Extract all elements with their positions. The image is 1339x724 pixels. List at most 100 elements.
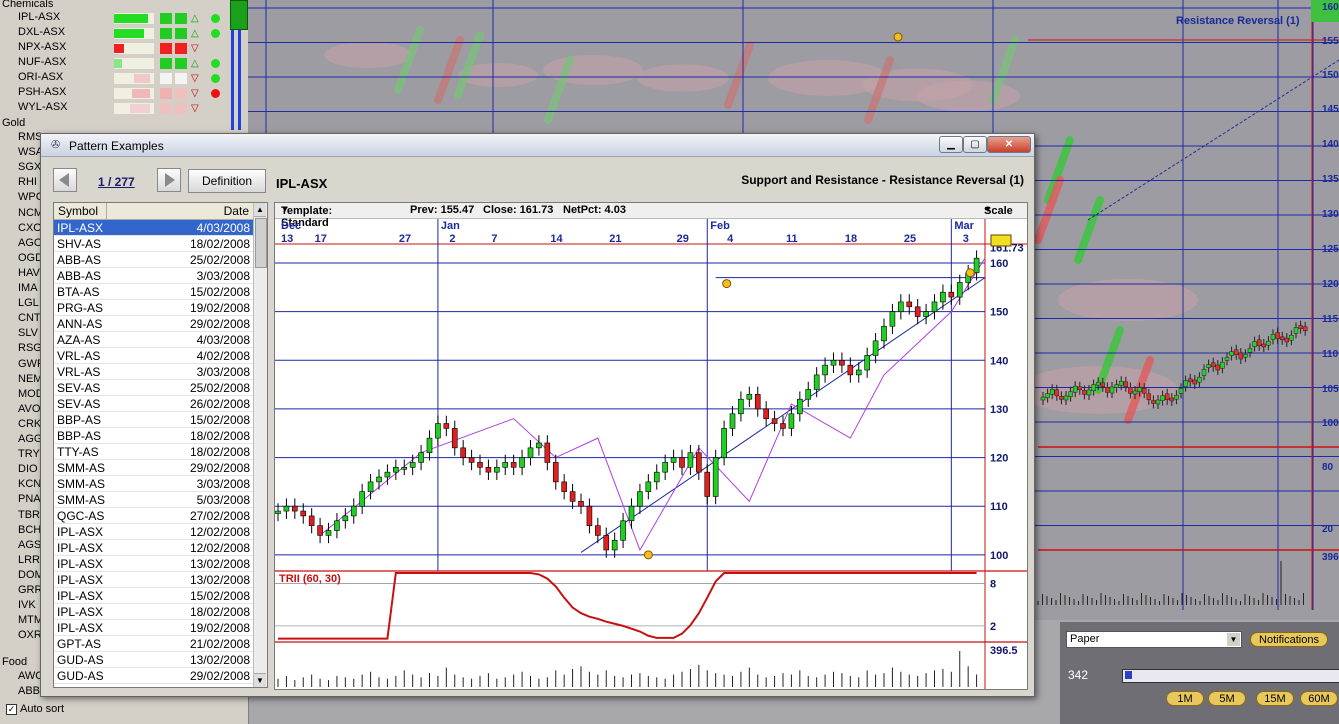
list-item[interactable]: PRG-AS 19/02/2008 [54, 300, 253, 316]
list-item[interactable]: ABB-AS 3/03/2008 [54, 268, 253, 284]
gold-code[interactable]: NEM [18, 373, 42, 385]
position-slider[interactable] [1122, 669, 1339, 683]
column-symbol[interactable]: Symbol [58, 204, 98, 218]
faded-stick [724, 41, 754, 109]
notifications-button[interactable]: Notifications [1250, 632, 1328, 647]
watchlist-item[interactable]: WYL-ASX [18, 101, 68, 115]
list-item[interactable]: SEV-AS 25/02/2008 [54, 380, 253, 396]
month-label: Feb [710, 220, 730, 232]
paper-combo[interactable]: Paper ▼ [1066, 631, 1242, 648]
list-item[interactable]: BBP-AS 18/02/2008 [54, 428, 253, 444]
gold-code[interactable]: TRY [18, 448, 40, 460]
list-item[interactable]: IPL-ASX 4/03/2008 [54, 220, 253, 236]
list-item[interactable]: IPL-ASX 18/02/2008 [54, 604, 253, 620]
gold-code[interactable]: AGG [18, 433, 42, 445]
food-code[interactable]: ABB [18, 685, 40, 697]
gold-code[interactable]: IVK [18, 599, 36, 611]
gold-code[interactable]: IMA [18, 282, 38, 294]
close-value: Close: 161.73 [483, 204, 554, 216]
list-item[interactable]: BTA-AS 15/02/2008 [54, 284, 253, 300]
watchlist-item[interactable]: PSH-ASX [18, 86, 66, 100]
list-item[interactable]: GPT-AS 21/02/2008 [54, 636, 253, 652]
example-counter[interactable]: 1 / 277 [98, 175, 135, 189]
watchlist-item[interactable]: ORI-ASX [18, 71, 63, 85]
interval-button[interactable]: 15M [1256, 691, 1294, 706]
gold-code[interactable]: SGX [18, 161, 41, 173]
list-item[interactable]: IPL-ASX 12/02/2008 [54, 540, 253, 556]
list-scrollbar[interactable]: ▲ ▼ [253, 203, 267, 687]
scroll-down-icon[interactable]: ▼ [254, 673, 266, 687]
gold-code[interactable]: LRR [18, 554, 40, 566]
column-date[interactable]: Date [224, 204, 249, 218]
gold-code[interactable]: RMS [18, 131, 42, 143]
list-item[interactable]: QGC-AS 27/02/2008 [54, 508, 253, 524]
green-tab[interactable] [230, 0, 248, 30]
prev-button[interactable] [53, 168, 77, 192]
candle [477, 462, 483, 468]
gold-code[interactable]: LGL [18, 297, 39, 309]
list-item[interactable]: TTY-AS 18/02/2008 [54, 444, 253, 460]
definition-button[interactable]: Definition [188, 169, 266, 193]
list-item[interactable]: SMM-AS 5/03/2008 [54, 492, 253, 508]
list-item[interactable]: ANN-AS 29/02/2008 [54, 316, 253, 332]
list-item[interactable]: BBP-AS 15/02/2008 [54, 412, 253, 428]
list-item[interactable]: IPL-ASX 13/02/2008 [54, 572, 253, 588]
list-item[interactable]: VRL-AS 3/03/2008 [54, 364, 253, 380]
watchlist-item[interactable]: DXL-ASX [18, 26, 65, 40]
gold-code[interactable]: OXR [18, 629, 42, 641]
dialog-titlebar[interactable]: ✇ Pattern Examples ▁ ▢ ✕ [41, 134, 1034, 157]
list-item[interactable]: AZA-AS 4/03/2008 [54, 332, 253, 348]
gold-code[interactable]: HAV [18, 267, 40, 279]
next-button[interactable] [157, 168, 181, 192]
gold-code[interactable]: BCH [18, 524, 41, 536]
auto-sort-checkbox[interactable]: ✓ Auto sort [6, 703, 64, 715]
scroll-thumb[interactable] [255, 218, 267, 268]
gold-code[interactable]: CXO [18, 222, 42, 234]
list-item[interactable]: SMM-AS 3/03/2008 [54, 476, 253, 492]
candle [544, 442, 551, 463]
gold-code[interactable]: TBR [18, 509, 40, 521]
list-item[interactable]: VRL-AS 4/02/2008 [54, 348, 253, 364]
minimize-button[interactable]: ▁ [939, 136, 963, 153]
bg-candle [1183, 380, 1188, 387]
interval-button[interactable]: 5M [1208, 691, 1246, 706]
close-button[interactable]: ✕ [987, 136, 1031, 153]
gold-code[interactable]: RSG [18, 342, 42, 354]
gold-code[interactable]: KCN [18, 478, 41, 490]
chart-toolbar: Template: Standard ▼ Prev: 155.47 Close:… [275, 203, 1027, 229]
gold-code[interactable]: GRR [18, 584, 42, 596]
bg-candle [1197, 376, 1202, 383]
watchlist-item[interactable]: NUF-ASX [18, 56, 66, 70]
list-item[interactable]: IPL-ASX 19/02/2008 [54, 620, 253, 636]
list-item[interactable]: SHV-AS 18/02/2008 [54, 236, 253, 252]
change-bar [114, 44, 124, 53]
gold-code[interactable]: PNA [18, 493, 41, 505]
list-item[interactable]: IPL-ASX 12/02/2008 [54, 524, 253, 540]
list-item[interactable]: GUD-AS 29/02/2008 [54, 668, 253, 684]
watchlist-item[interactable]: IPL-ASX [18, 11, 60, 25]
interval-button[interactable]: 1M [1166, 691, 1204, 706]
list-item[interactable]: ABB-AS 25/02/2008 [54, 252, 253, 268]
slider-thumb[interactable] [1125, 671, 1132, 679]
gold-code[interactable]: CRK [18, 418, 41, 430]
interval-button[interactable]: 60M [1300, 691, 1338, 706]
list-item[interactable]: SEV-AS 26/02/2008 [54, 396, 253, 412]
list-item[interactable]: SMM-AS 29/02/2008 [54, 460, 253, 476]
gold-code[interactable]: AVO [18, 403, 40, 415]
gold-code[interactable]: AGS [18, 539, 41, 551]
candle [704, 471, 711, 497]
maximize-button[interactable]: ▢ [963, 136, 987, 153]
bg-candle [1128, 387, 1133, 394]
price-chart[interactable]: Dec Jan Feb Mar13 17 27 2 7 14 21 29 4 11 18 25 3100110… [275, 219, 1027, 689]
watchlist-item[interactable]: NPX-ASX [18, 41, 66, 55]
gold-code[interactable]: DIO [18, 463, 38, 475]
gold-code[interactable]: CNT [18, 312, 41, 324]
list-item[interactable]: IPL-ASX 13/02/2008 [54, 556, 253, 572]
list-item[interactable]: GUD-AS 13/02/2008 [54, 652, 253, 668]
list-item[interactable]: IPL-ASX 15/02/2008 [54, 588, 253, 604]
gold-code[interactable]: AGO [18, 237, 42, 249]
chevron-down-icon[interactable]: ▼ [1227, 633, 1240, 646]
gold-code[interactable]: SLV [18, 327, 38, 339]
scroll-up-icon[interactable]: ▲ [254, 203, 266, 217]
gold-code[interactable]: RHI [18, 176, 37, 188]
